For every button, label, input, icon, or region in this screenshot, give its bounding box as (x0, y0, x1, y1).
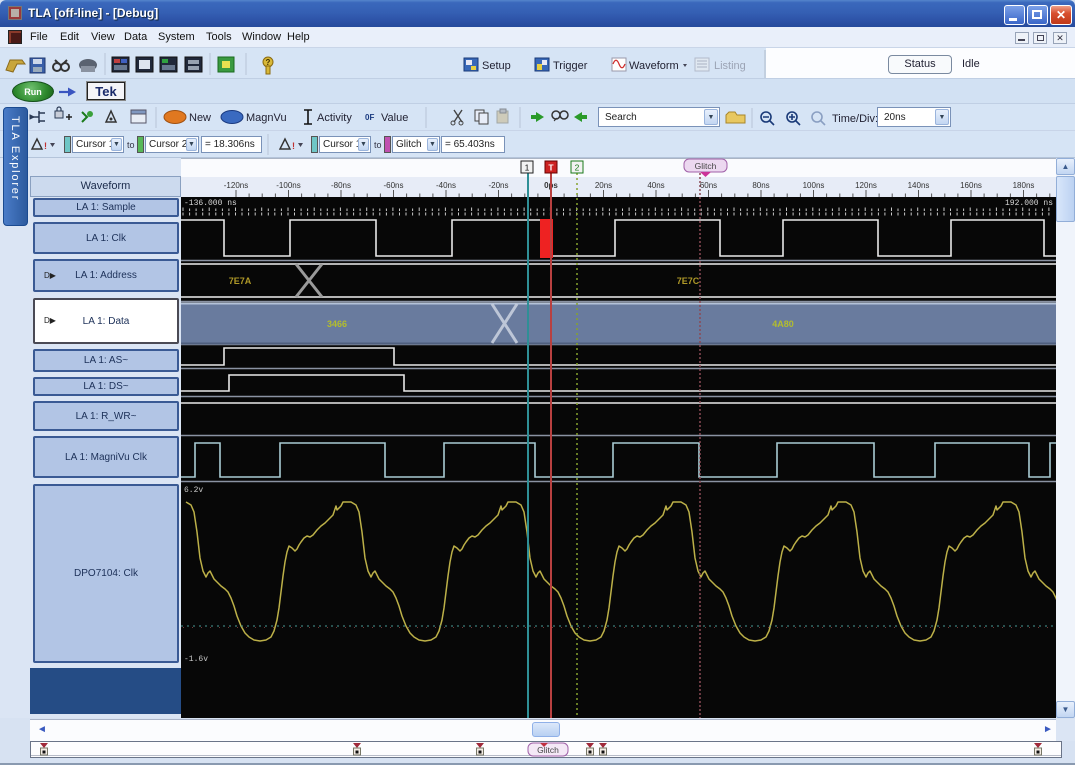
svg-text:4A80: 4A80 (772, 319, 794, 329)
svg-text:Listing: Listing (714, 60, 746, 72)
svg-text:-120ns: -120ns (224, 181, 248, 190)
svg-text:!: ! (44, 141, 47, 151)
svg-text:-100ns: -100ns (276, 181, 300, 190)
svg-text:192.000 ns: 192.000 ns (1005, 199, 1053, 208)
svg-text:180ns: 180ns (1013, 181, 1035, 190)
svg-text:100ns: 100ns (803, 181, 825, 190)
svg-text:?: ? (266, 58, 271, 67)
svg-text:40ns: 40ns (647, 181, 664, 190)
svg-text:MagnVu: MagnVu (246, 112, 287, 124)
svg-text:-20ns: -20ns (488, 181, 508, 190)
svg-text:Activity: Activity (317, 112, 352, 124)
svg-text:Glitch: Glitch (695, 161, 717, 171)
svg-text:6.2v: 6.2v (184, 486, 203, 495)
svg-text:Time/Div:: Time/Div: (832, 113, 878, 125)
svg-text:New: New (189, 112, 211, 124)
svg-text:-40ns: -40ns (436, 181, 456, 190)
svg-text:T: T (548, 163, 554, 173)
svg-text:-60ns: -60ns (383, 181, 403, 190)
svg-text:20ns: 20ns (595, 181, 612, 190)
svg-text:120ns: 120ns (855, 181, 877, 190)
svg-text:Waveform: Waveform (629, 60, 679, 72)
svg-text:Value: Value (381, 112, 408, 124)
svg-text:80ns: 80ns (752, 181, 769, 190)
svg-text:Glitch: Glitch (537, 745, 559, 755)
svg-text:-1.6v: -1.6v (184, 655, 208, 664)
svg-text:7E7C: 7E7C (677, 276, 700, 286)
svg-text:Setup: Setup (482, 60, 511, 72)
svg-text:-80ns: -80ns (331, 181, 351, 190)
svg-text:7E7A: 7E7A (229, 276, 252, 286)
svg-text:60ns: 60ns (700, 181, 717, 190)
svg-text:160ns: 160ns (960, 181, 982, 190)
svg-text:Trigger: Trigger (553, 60, 588, 72)
svg-text:1: 1 (525, 163, 530, 173)
svg-text:!: ! (292, 141, 295, 151)
svg-text:140ns: 140ns (908, 181, 930, 190)
svg-text:3466: 3466 (327, 319, 347, 329)
svg-text:2: 2 (575, 163, 580, 173)
svg-text:0F: 0F (365, 113, 374, 122)
svg-text:-136.000 ns: -136.000 ns (184, 199, 237, 208)
